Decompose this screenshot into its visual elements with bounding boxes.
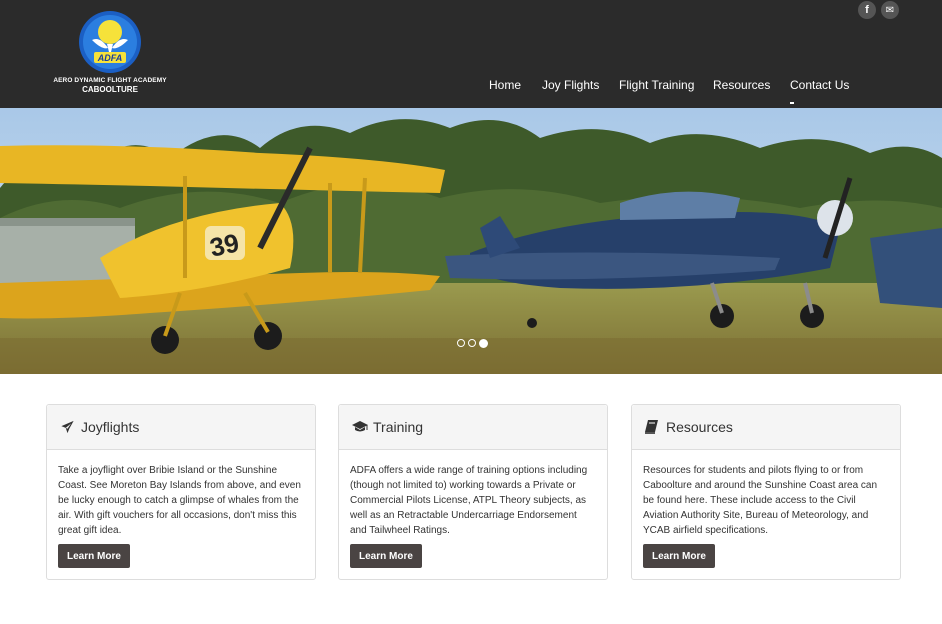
panel-title: Training	[373, 419, 424, 435]
panel-heading: Resources	[632, 405, 900, 450]
facebook-icon: f	[865, 4, 869, 16]
nav-joy-flights[interactable]: Joy Flights	[542, 78, 599, 92]
learn-more-button[interactable]: Learn More	[643, 544, 715, 568]
plane-icon	[60, 420, 76, 434]
panel-title: Resources	[666, 419, 733, 435]
panel-text: Take a joyflight over Bribie Island or t…	[58, 465, 301, 536]
learn-more-button[interactable]: Learn More	[58, 544, 130, 568]
envelope-icon: ✉	[885, 4, 895, 16]
carousel-dot-1[interactable]	[457, 339, 465, 347]
brand-location: CABOOLTURE	[82, 85, 138, 94]
panel-joyflights: Joyflights Take a joyflight over Bribie …	[46, 404, 316, 580]
learn-more-button[interactable]: Learn More	[350, 544, 422, 568]
nav-contact-us[interactable]: Contact Us	[790, 78, 849, 92]
email-link[interactable]: ✉	[881, 1, 899, 19]
carousel-dot-3[interactable]	[479, 339, 488, 348]
graduation-cap-icon	[352, 420, 368, 434]
panel-resources: Resources Resources for students and pil…	[631, 404, 901, 580]
logo-emblem-icon: ADFA	[78, 10, 142, 74]
hero-carousel[interactable]: 39	[0, 108, 942, 374]
panel-heading: Joyflights	[47, 405, 315, 450]
panel-heading: Training	[339, 405, 607, 450]
nav-flight-training[interactable]: Flight Training	[619, 78, 694, 92]
carousel-indicators	[457, 339, 488, 348]
facebook-link[interactable]: f	[858, 1, 876, 19]
site-header: ADFA AERO DYNAMIC FLIGHT ACADEMY CABOOLT…	[0, 0, 942, 108]
brand-name: AERO DYNAMIC FLIGHT ACADEMY	[53, 77, 167, 84]
nav-resources[interactable]: Resources	[713, 78, 770, 92]
nav-home[interactable]: Home	[489, 78, 521, 92]
biplane-number: 39	[207, 227, 242, 262]
panel-title: Joyflights	[81, 419, 140, 435]
nav-active-indicator	[790, 102, 794, 104]
panel-text: ADFA offers a wide range of training opt…	[350, 465, 588, 536]
book-icon	[645, 420, 661, 434]
panel-training: Training ADFA offers a wide range of tra…	[338, 404, 608, 580]
hero-slide-image: 39	[0, 108, 942, 374]
site-logo[interactable]: ADFA AERO DYNAMIC FLIGHT ACADEMY CABOOLT…	[48, 10, 172, 100]
logo-badge-text: ADFA	[97, 53, 123, 63]
panel-text: Resources for students and pilots flying…	[643, 465, 878, 536]
carousel-dot-2[interactable]	[468, 339, 476, 347]
